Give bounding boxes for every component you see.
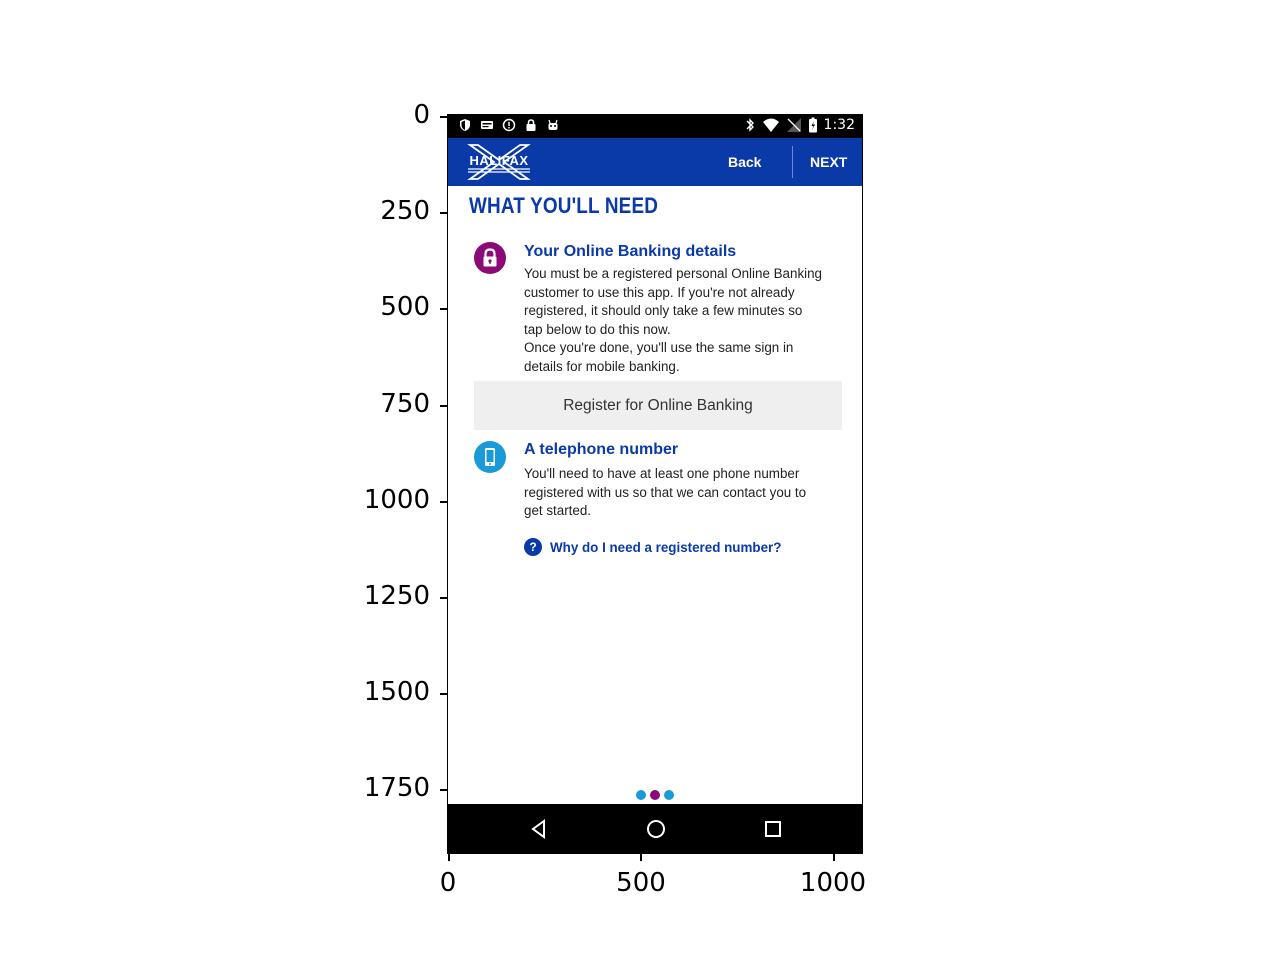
y-tick-250: 250 [380, 196, 430, 226]
text-line: get started. [524, 503, 591, 518]
status-icons-left [458, 118, 560, 132]
shield-icon [460, 119, 470, 131]
bluetooth-icon [746, 118, 754, 132]
online-banking-description: You must be a registered personal Online… [524, 265, 844, 376]
logo-text: HALIFAX [469, 153, 529, 168]
x-tick-500: 500 [616, 868, 666, 898]
halifax-logo: HALIFAX [464, 143, 534, 181]
text-line: registered, it should only take a few mi… [524, 303, 803, 318]
padlock-icon [474, 242, 506, 274]
home-circle-icon[interactable] [644, 817, 668, 841]
x-tick-1000: 1000 [799, 868, 867, 898]
register-online-banking-button[interactable]: Register for Online Banking [474, 381, 842, 430]
pager-dot [664, 790, 674, 800]
why-registered-number-link[interactable]: ? Why do I need a registered number? [524, 538, 781, 556]
text-line: Once you're done, you'll use the same si… [524, 340, 794, 355]
x-tick-0: 0 [439, 868, 457, 898]
pager-dot [636, 790, 646, 800]
y-tickmark [440, 116, 447, 118]
header-divider [792, 146, 793, 178]
no-signal-icon [786, 118, 801, 132]
x-tickmark [448, 854, 450, 861]
text-line: You'll need to have at least one phone n… [524, 466, 800, 481]
alert-icon [502, 118, 516, 132]
phone-screen: 1:32 HALIFAX Back NEXT WHAT YOU'LL NEED … [448, 115, 863, 854]
telephone-number-description: You'll need to have at least one phone n… [524, 465, 844, 521]
y-tickmark [440, 308, 447, 310]
text-line: details for mobile banking. [524, 358, 680, 374]
y-tickmark [440, 789, 447, 791]
y-tick-1000: 1000 [363, 485, 430, 515]
android-icon [548, 119, 558, 130]
next-button[interactable]: NEXT [810, 138, 847, 186]
text-line: You must be a registered personal Online… [524, 266, 823, 281]
back-triangle-icon[interactable] [527, 817, 551, 841]
y-tickmark [440, 501, 447, 503]
wifi-icon [762, 118, 779, 132]
help-link-text: Why do I need a registered number? [550, 539, 782, 555]
y-tickmark [440, 597, 447, 599]
app-header: HALIFAX Back NEXT [448, 138, 863, 186]
page-indicator [636, 790, 674, 800]
lock-icon [526, 119, 536, 131]
y-tickmark [440, 212, 447, 214]
status-bar: 1:32 [448, 115, 863, 138]
y-tick-0: 0 [413, 100, 430, 130]
battery-icon [808, 117, 817, 133]
page-title: WHAT YOU'LL NEED [469, 193, 659, 218]
telephone-number-title: A telephone number [524, 441, 679, 458]
pager-dot-active [650, 790, 660, 800]
text-line: registered with us so that we can contac… [524, 484, 807, 500]
y-tick-1750: 1750 [363, 773, 430, 803]
x-tickmark [833, 854, 835, 861]
question-icon: ? [524, 538, 542, 556]
android-nav-bar [448, 804, 863, 854]
card-icon [481, 121, 493, 129]
y-tick-1500: 1500 [363, 677, 430, 707]
y-tickmark [440, 405, 447, 407]
mobile-phone-icon [474, 441, 506, 473]
text-line: tap below to do this now. [524, 321, 671, 337]
status-time: 1:32 [823, 117, 855, 133]
x-tickmark [640, 854, 642, 861]
y-tickmark [440, 693, 447, 695]
back-button[interactable]: Back [728, 138, 761, 186]
y-tick-500: 500 [380, 292, 430, 322]
status-icons-right: 1:32 [744, 117, 855, 133]
y-tick-750: 750 [380, 389, 430, 419]
y-tick-1250: 1250 [363, 581, 430, 611]
recents-square-icon[interactable] [761, 817, 785, 841]
online-banking-title: Your Online Banking details [524, 243, 737, 260]
text-line: customer to use this app. If you're not … [524, 284, 795, 300]
